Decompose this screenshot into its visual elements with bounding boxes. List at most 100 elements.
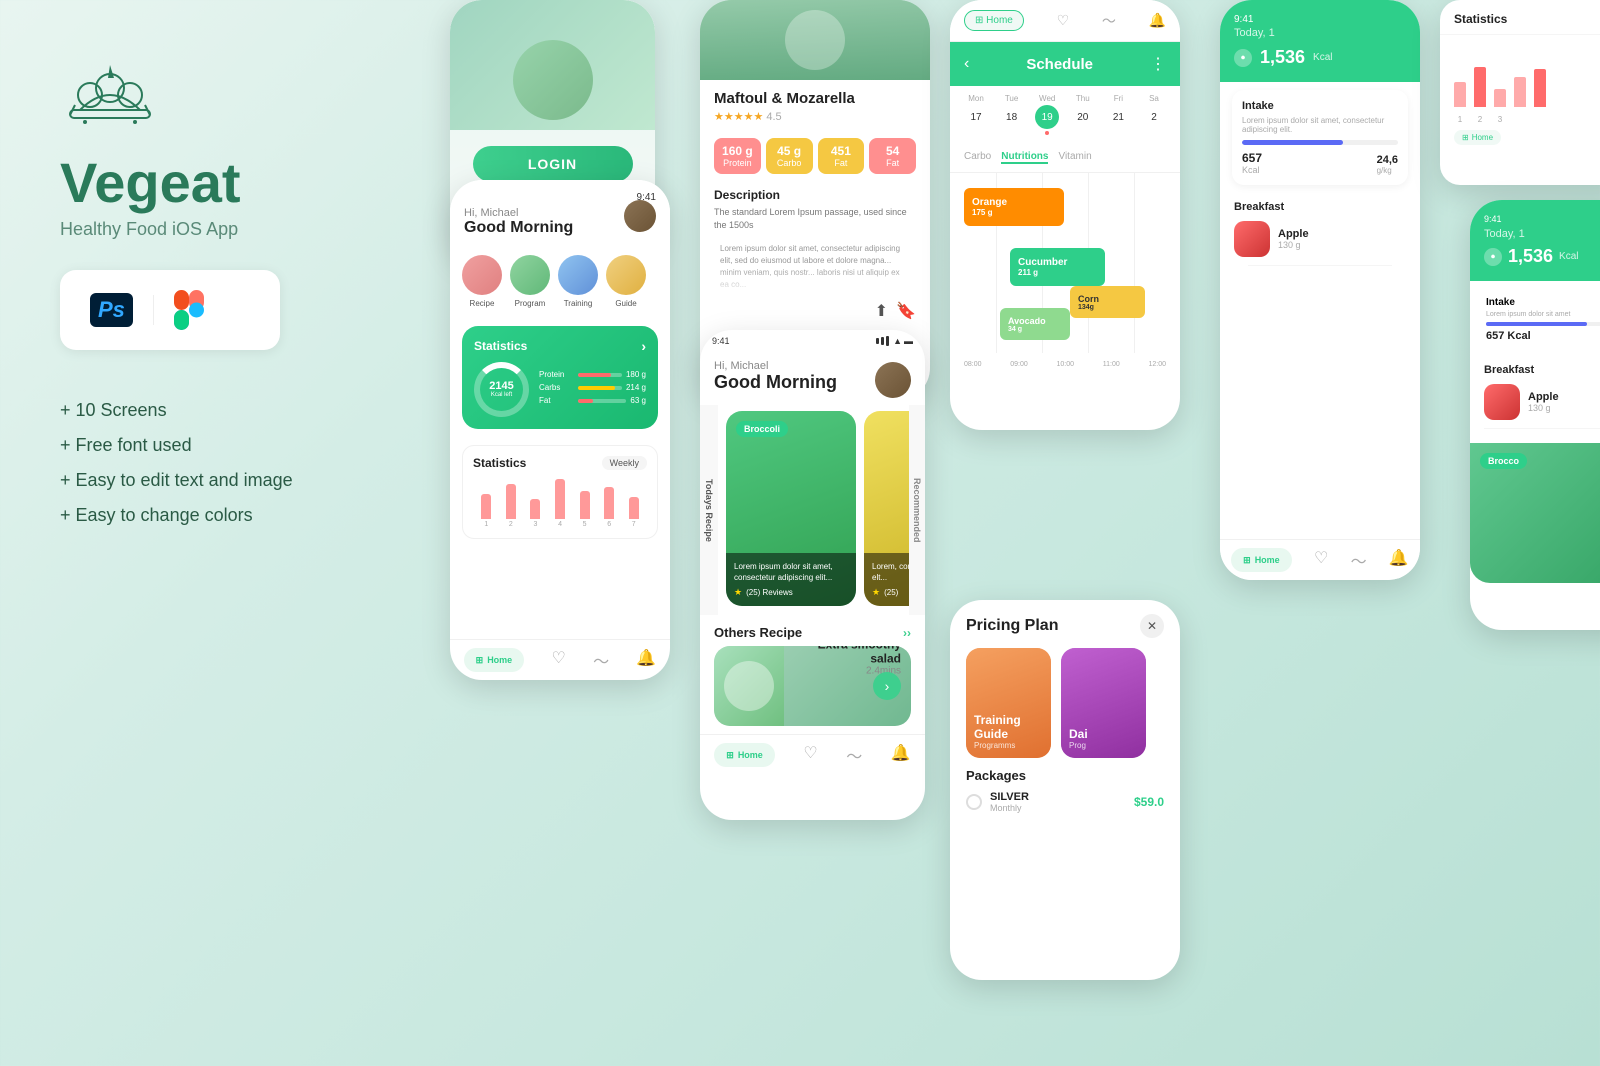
home-tab-7[interactable]: ⊞ Home	[1231, 548, 1292, 572]
tools-box: Ps	[60, 270, 280, 350]
avocado-weight: 34 g	[1008, 326, 1046, 333]
heart-icon-schedule[interactable]: ♡	[1057, 12, 1070, 29]
protein-track	[578, 373, 622, 377]
silver-radio[interactable]	[966, 794, 982, 810]
see-all-btn[interactable]: ››	[903, 626, 911, 640]
category-recipe[interactable]: Recipe	[462, 255, 502, 308]
food-circle	[513, 40, 593, 120]
heart-icon-4[interactable]: ♡	[803, 743, 817, 767]
big-recipe-card[interactable]: Extra smoothy salad 2.4mins ›	[714, 646, 911, 726]
intake-card: Intake Lorem ipsum dolor sit amet, conse…	[1232, 90, 1408, 185]
time-0800: 08:00	[964, 361, 982, 368]
nutrition-chart: 08:00 09:00 10:00 11:00 12:00 Orange 175…	[950, 173, 1180, 373]
apple-name: Apple	[1278, 228, 1406, 240]
bell-icon-4[interactable]: 🔔	[891, 743, 911, 767]
bell-icon[interactable]: 🔔	[636, 648, 656, 672]
activity-icon[interactable]: 〜	[593, 648, 609, 672]
home-tab-4[interactable]: ⊞ Home	[714, 743, 775, 767]
day-sat[interactable]: Sa 2	[1142, 94, 1166, 135]
chevron-left-icon[interactable]: ‹	[964, 55, 969, 73]
recipe-card-broccoli[interactable]: Broccoli Lorem ipsum dolor sit amet, con…	[726, 411, 856, 606]
activity-icon-4[interactable]: 〜	[846, 743, 862, 767]
stats-row: 2145 Kcal left Protein 180 g Carbs 214 g	[474, 362, 646, 417]
packages-section: Packages SILVER Monthly $59.0	[950, 758, 1180, 831]
login-button[interactable]: LOGIN	[473, 146, 633, 182]
more-icon[interactable]: ⋮	[1150, 54, 1166, 74]
intake-desc-10: Lorem ipsum dolor sit amet	[1486, 311, 1600, 318]
review-count: (25) Reviews	[746, 588, 793, 597]
time-1200: 12:00	[1148, 361, 1166, 368]
tab-carbo[interactable]: Carbo	[964, 151, 991, 164]
day-fri[interactable]: Fri 21	[1106, 94, 1130, 135]
silver-info: SILVER Monthly	[990, 791, 1126, 813]
arrow-btn[interactable]: ›	[873, 672, 901, 700]
bell-icon-7[interactable]: 🔔	[1389, 548, 1409, 572]
share-icon[interactable]: ⬆	[875, 301, 888, 321]
apple-img-10	[1484, 384, 1520, 420]
category-program[interactable]: Program	[510, 255, 550, 308]
recipe-label: Recipe	[470, 299, 495, 308]
training-label: Training	[564, 299, 593, 308]
packages-title: Packages	[966, 768, 1164, 783]
grid-line-4	[1134, 173, 1135, 353]
home-pill-schedule[interactable]: ⊞ Home	[964, 10, 1024, 31]
intake-val1: 657	[1242, 151, 1262, 165]
battery-icon: ▬	[904, 336, 913, 346]
desc-title: Description	[714, 188, 916, 202]
heart-icon-7[interactable]: ♡	[1314, 548, 1328, 572]
bookmark-icon[interactable]: 🔖	[896, 301, 916, 321]
pkg-price: $59.0	[1134, 795, 1164, 809]
bottom-nav: ⊞ Home ♡ 〜 🔔	[450, 639, 670, 680]
protein-pill-label: Protein	[723, 158, 752, 168]
weekly-badge[interactable]: Weekly	[602, 456, 647, 470]
intake-title-10: Intake	[1486, 297, 1600, 308]
day-thu[interactable]: Thu 20	[1071, 94, 1095, 135]
intake-fill	[1242, 140, 1343, 145]
time-1100: 11:00	[1103, 361, 1120, 368]
stats-bars: Protein 180 g Carbs 214 g Fat 63	[539, 370, 646, 409]
intake-values-10: 657 Kcal 24,6 g/kg	[1486, 330, 1600, 342]
recipe-cards-container: Broccoli Lorem ipsum dolor sit amet, con…	[718, 405, 925, 615]
bell-icon-schedule[interactable]: 🔔	[1149, 12, 1166, 29]
food-weight-10: 130 g	[1528, 403, 1559, 413]
home-tab[interactable]: ⊞ Home	[464, 648, 525, 672]
divider-10	[1484, 428, 1600, 429]
broccoli-badge: Broccoli	[736, 421, 788, 437]
mini-b4	[1514, 77, 1526, 107]
todays-recipe-scroll: Todays Recipe Broccoli Lorem ipsum dolor…	[700, 405, 925, 615]
day-tue[interactable]: Tue 18	[1000, 94, 1024, 135]
today-label: Today, 1	[1234, 27, 1406, 39]
home-label-mini: Home	[1472, 133, 1493, 142]
intake-bar-10	[1486, 322, 1600, 326]
good-morning-4: Good Morning	[714, 372, 837, 393]
kcal-unit: Kcal	[1313, 52, 1332, 63]
category-guide[interactable]: Guide	[606, 255, 646, 308]
phone-pricing: Pricing Plan ✕ Training Guide Programms …	[950, 600, 1180, 980]
logo-icon	[60, 60, 160, 140]
silver-package[interactable]: SILVER Monthly $59.0	[966, 791, 1164, 813]
day-mon[interactable]: Mon 17	[964, 94, 988, 135]
heart-icon[interactable]: ♡	[551, 648, 565, 672]
pricing-title: Pricing Plan	[966, 617, 1058, 635]
home-pill-mini[interactable]: ⊞ Home	[1454, 130, 1501, 145]
food-hero-img	[450, 0, 655, 130]
pkg-name: SILVER	[990, 791, 1126, 803]
fat-pill: 451 Fat	[818, 138, 865, 174]
categories-row: Recipe Program Training Guide	[450, 245, 670, 318]
tab-vitamin[interactable]: Vitamin	[1058, 151, 1091, 164]
tab-nutritions[interactable]: Nutritions	[1001, 151, 1048, 164]
category-training[interactable]: Training	[558, 255, 598, 308]
day-wed[interactable]: Wed 19	[1035, 94, 1059, 135]
daily-plan-card[interactable]: Dai Prog	[1061, 648, 1146, 758]
activity-icon-7[interactable]: 〜	[1351, 548, 1367, 572]
program-img	[510, 255, 550, 295]
today-intake-content: 9:41 Today, 1 ⏺ 1,536 Kcal Intake Lorem …	[1220, 0, 1420, 580]
stats-chevron: ›	[641, 338, 646, 354]
training-plan-card[interactable]: Training Guide Programms	[966, 648, 1051, 758]
activity-icon-schedule[interactable]: 〜	[1102, 11, 1116, 31]
close-button[interactable]: ✕	[1140, 614, 1164, 638]
bar-4: 4	[551, 479, 570, 528]
corn-label: Corn	[1078, 294, 1099, 304]
fat-pill-label: Fat	[834, 158, 847, 168]
kcal-row: ⏺ 1,536 Kcal	[1234, 47, 1406, 68]
